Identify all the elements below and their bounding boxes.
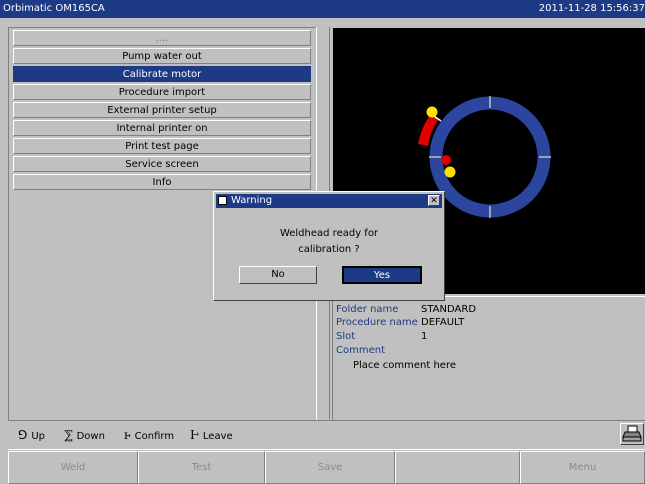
slot-label: Slot [336,331,356,342]
hint-up-label: Up [31,431,45,442]
procedure-value: DEFAULT [421,317,465,328]
menu-item-pump-water-out[interactable]: Pump water out [13,48,311,64]
title-bar: Orbimatic OM165CA 2011-11-28 15:56:37 [0,0,645,18]
weld-button[interactable]: Weld [8,451,138,484]
hint-confirm-label: Confirm [134,431,175,442]
folder-row: Folder name STANDARD [336,304,476,315]
slot-value: 1 [421,331,428,342]
menu-item-info[interactable]: Info [13,174,311,190]
menu-item-calibrate-motor[interactable]: Calibrate motor [13,66,311,82]
hint-down-label: Down [76,431,105,442]
limit-marker-top [426,106,438,118]
test-button[interactable]: Test [138,451,265,484]
folder-label: Folder name [336,304,399,315]
slot-row: Slot 1 [336,331,427,342]
rotate-up-icon: ⅁ [18,428,28,442]
comment-value: Place comment here [353,360,456,371]
menu-item-internal-printer-on[interactable]: Internal printer on [13,120,311,136]
position-marker [441,155,451,165]
dialog-message: Weldhead ready for calibration ? [214,226,444,258]
close-icon[interactable]: ✕ [428,195,440,206]
menu-item-service-screen[interactable]: Service screen [13,156,311,172]
dialog-message-line2: calibration ? [298,244,360,255]
dialog-message-line1: Weldhead ready for [279,228,379,239]
folder-value: STANDARD [421,304,477,315]
menu-item-print-test-page[interactable]: Print test page [13,138,311,154]
procedure-row: Procedure name DEFAULT [336,317,464,328]
procedure-label: Procedure name [336,317,418,328]
printer-icon [622,425,642,442]
hint-leave: Ⱶ Leave [190,428,233,442]
leave-key-icon: Ⱶ [190,428,199,442]
procedure-info: Folder name STANDARD Procedure name DEFAUL… [332,296,645,420]
no-button[interactable]: No [239,266,317,284]
window-icon [218,196,227,205]
limit-marker-bottom [444,166,456,178]
save-button[interactable]: Save [265,451,395,484]
app-title: Orbimatic OM165CA [3,3,105,14]
clock: 2011-11-28 15:56:37 [538,3,645,14]
key-hint-bar: ⅁ Up ⅀ Down ⱶ Confirm Ⱶ Leave [8,420,645,450]
dialog-title: Warning [231,195,273,206]
function-key-bar: Weld Test Save Menu [8,451,645,484]
printer-button[interactable] [620,423,644,445]
comment-label-row: Comment [336,345,421,356]
hint-confirm: ⱶ Confirm [124,428,174,442]
rotor-ring [429,96,551,218]
dialog-title-bar: Warning ✕ [216,194,442,208]
menu-item-more[interactable]: .... [13,30,311,46]
rotate-down-icon: ⅀ [64,428,73,442]
confirm-key-icon: ⱶ [124,428,131,442]
menu-button[interactable]: Menu [520,451,645,484]
comment-label: Comment [336,345,385,356]
yes-button[interactable]: Yes [342,266,422,284]
service-menu: .... Pump water out Calibrate motor Proc… [13,30,311,192]
hint-up: ⅁ Up [18,428,45,442]
menu-item-external-printer-setup[interactable]: External printer setup [13,102,311,118]
blank-function-button[interactable] [395,451,520,484]
warning-dialog: Warning ✕ Weldhead ready for calibration… [213,191,445,301]
menu-item-procedure-import[interactable]: Procedure import [13,84,311,100]
hint-down: ⅀ Down [64,428,105,442]
hint-leave-label: Leave [202,431,233,442]
